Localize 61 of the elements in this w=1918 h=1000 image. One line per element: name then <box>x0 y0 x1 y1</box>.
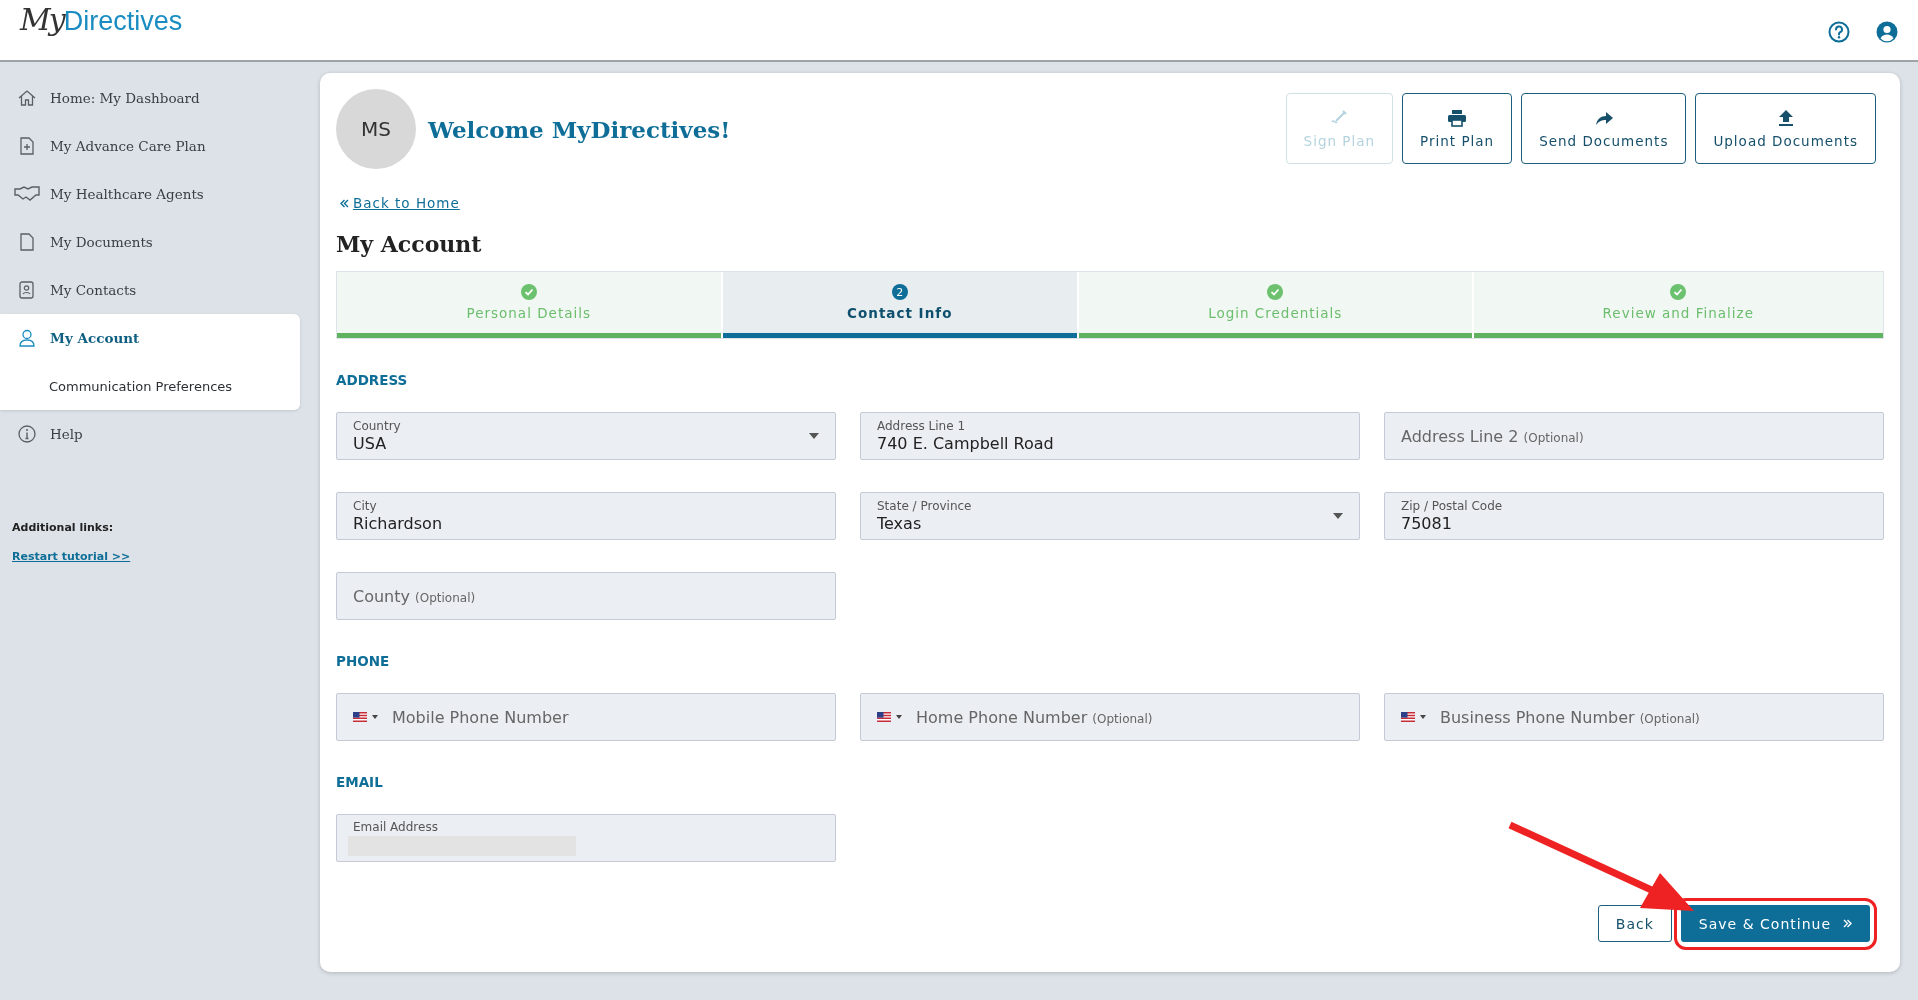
check-circle-icon <box>1267 284 1284 300</box>
action-button[interactable]: Upload Documents <box>1695 93 1876 164</box>
phone-field[interactable]: Business Phone Number (Optional) <box>1384 693 1884 741</box>
welcome-heading: Welcome MyDirectives! <box>428 115 732 143</box>
section-heading: ADDRESS <box>336 372 409 388</box>
flag-icon <box>353 712 367 722</box>
nav-item[interactable]: My Contacts <box>0 266 300 314</box>
flag-icon <box>1401 712 1415 722</box>
double-chevron-left-icon <box>340 198 349 208</box>
document-icon <box>17 232 37 252</box>
additional-links-heading: Additional links: <box>12 521 115 534</box>
printer-icon <box>1447 108 1468 127</box>
input-field[interactable]: Address Line 1 740 E. Campbell Road <box>860 412 1360 460</box>
action-button[interactable]: Send Documents <box>1521 93 1687 164</box>
avatar: MS <box>336 89 416 169</box>
back-button[interactable]: Back <box>1597 905 1672 942</box>
page-title: My Account <box>336 231 483 257</box>
nav-item[interactable]: My Healthcare Agents <box>0 170 300 218</box>
dropdown-field[interactable]: Country USA <box>336 412 836 460</box>
step-number: 2 <box>891 284 908 300</box>
section-heading: EMAIL <box>336 774 384 790</box>
flag-icon <box>877 712 891 722</box>
caret-icon <box>809 433 819 439</box>
restart-tutorial-link[interactable]: Restart tutorial >> <box>12 550 131 563</box>
upload-icon <box>1777 108 1794 127</box>
nav-item[interactable]: Help <box>0 410 300 458</box>
nav-subitem[interactable]: Communication Preferences <box>0 362 300 410</box>
check-circle-icon <box>1670 284 1687 300</box>
check-circle-icon <box>520 284 537 300</box>
logo[interactable]: MyDirectives <box>20 2 183 37</box>
back-to-home-link[interactable]: Back to Home <box>340 195 460 211</box>
caret-icon <box>1333 513 1343 519</box>
input-field[interactable]: City Richardson <box>336 492 836 540</box>
nav-item[interactable]: My Account <box>0 314 300 362</box>
caret-icon <box>1420 715 1426 719</box>
logo-word: Directives <box>63 6 183 37</box>
input-field[interactable]: County (Optional) <box>336 572 836 620</box>
caret-icon <box>896 715 902 719</box>
help-icon[interactable] <box>1828 21 1850 43</box>
step-tab[interactable]: 2 Contact Info <box>722 272 1078 338</box>
dropdown-field[interactable]: State / Province Texas <box>860 492 1360 540</box>
save-continue-button[interactable]: Save & Continue <box>1680 905 1870 942</box>
info-icon <box>17 424 37 444</box>
phone-field[interactable]: Home Phone Number (Optional) <box>860 693 1360 741</box>
input-field[interactable]: Address Line 2 (Optional) <box>1384 412 1884 460</box>
email-field[interactable]: Email Address <box>336 814 836 862</box>
person-icon <box>17 328 37 348</box>
input-field[interactable]: Zip / Postal Code 75081 <box>1384 492 1884 540</box>
action-button[interactable]: Print Plan <box>1402 93 1513 164</box>
nav-item[interactable]: My Documents <box>0 218 300 266</box>
user-account-icon[interactable] <box>1876 21 1898 43</box>
document-plus-icon <box>17 136 37 156</box>
phone-field[interactable]: Mobile Phone Number <box>336 693 836 741</box>
double-chevron-right-icon <box>1843 919 1852 928</box>
nav-item[interactable]: Home: My Dashboard <box>0 74 300 122</box>
home-icon <box>17 88 37 108</box>
caret-icon <box>372 715 378 719</box>
logo-script: My <box>20 2 64 37</box>
nav-item[interactable]: My Advance Care Plan <box>0 122 300 170</box>
section-heading: PHONE <box>336 653 391 669</box>
contacts-book-icon <box>17 280 37 300</box>
